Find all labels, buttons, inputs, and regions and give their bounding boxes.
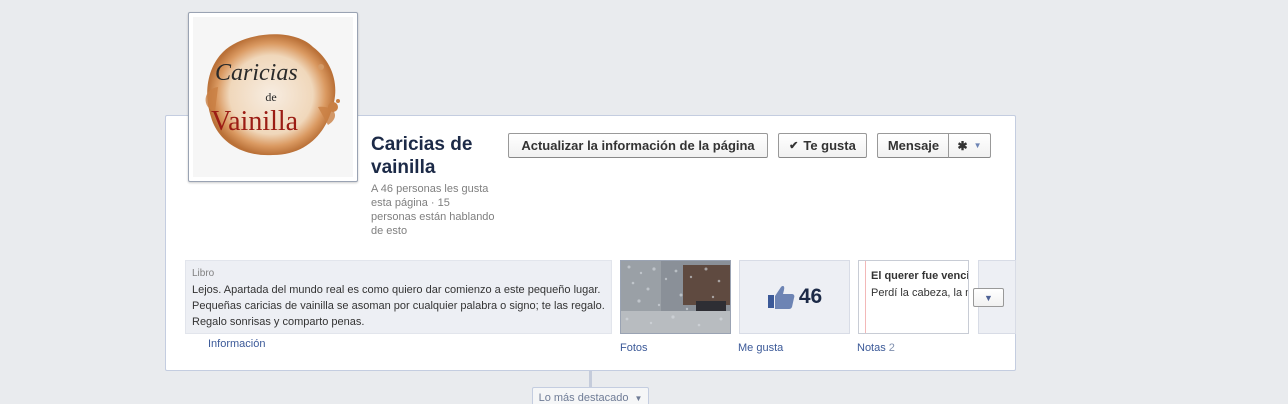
coffee-stain-logo: Caricias de Vainilla (205, 34, 340, 156)
gear-icon: ✱ (957, 138, 968, 153)
page-category: Libro (192, 268, 215, 279)
logo-text-vainilla: Vainilla (211, 106, 299, 137)
more-tabs-button[interactable]: ▼ (973, 288, 1004, 307)
logo-text-de: de (265, 90, 276, 104)
page-title[interactable]: Caricias de vainilla (371, 133, 496, 179)
message-button[interactable]: Mensaje (877, 133, 949, 158)
highlights-label: Lo más destacado (538, 392, 629, 404)
page-stats: A 46 personas les gusta esta página · 15… (371, 183, 495, 237)
chevron-down-icon: ▼ (634, 393, 643, 403)
settings-dropdown-button[interactable]: ✱ ▼ (948, 133, 991, 158)
tab-notes-label: Notas (857, 342, 886, 354)
like-button-label: Te gusta (803, 138, 856, 153)
note-preview-body: Perdí la cabeza, la más los zapatos en a… (871, 287, 968, 299)
check-icon: ✔ (789, 140, 799, 152)
likes-tab-thumbnail[interactable]: 46 (739, 260, 850, 334)
rain-window-photo (621, 261, 730, 333)
likes-count: 46 (798, 285, 823, 308)
like-button[interactable]: ✔ Te gusta (778, 133, 867, 158)
note-preview-title: El querer fue vencido en batalla, en un (871, 270, 969, 282)
update-info-button[interactable]: Actualizar la información de la página (508, 133, 768, 158)
timeline-connector (589, 371, 592, 387)
profile-picture[interactable]: Caricias de Vainilla (188, 12, 358, 182)
thumbs-up-icon (767, 286, 795, 309)
chevron-down-icon: ▼ (984, 292, 993, 303)
tab-info[interactable]: Información (208, 338, 265, 350)
note-margin-line (865, 261, 866, 333)
logo-image: Caricias de Vainilla (193, 17, 353, 177)
chevron-down-icon: ▼ (973, 141, 982, 150)
logo-text-caricias: Caricias (215, 60, 298, 86)
tab-likes[interactable]: Me gusta (738, 342, 783, 354)
tab-notes[interactable]: Notas 2 (857, 342, 895, 354)
about-section[interactable]: Libro Lejos. Apartada del mundo real es … (185, 260, 612, 334)
photos-tab-thumbnail[interactable] (620, 260, 731, 334)
tab-photos[interactable]: Fotos (620, 342, 648, 354)
notes-count: 2 (888, 342, 895, 354)
notes-tab-thumbnail[interactable]: El querer fue vencido en batalla, en un … (858, 260, 969, 334)
page-description: Lejos. Apartada del mundo real es como q… (192, 284, 605, 328)
highlights-dropdown[interactable]: Lo más destacado ▼ (532, 387, 649, 404)
